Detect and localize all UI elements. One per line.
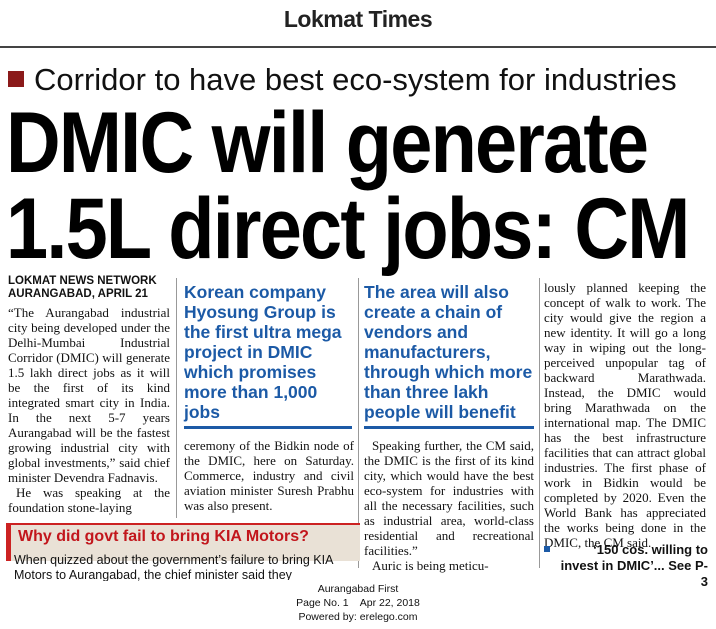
- column-4: lously planned keeping the concept of wa…: [544, 280, 706, 550]
- footer-powered-by: Powered by: erelego.com: [298, 611, 418, 623]
- column-divider: [539, 278, 540, 568]
- col3-paragraph-2: Auric is being meticu-: [372, 558, 489, 573]
- sidebar-text: When quizzed about the government’s fail…: [14, 553, 333, 581]
- column-2: ceremony of the Bidkin node of the DMIC,…: [184, 438, 354, 513]
- masthead-title: Lokmat Times: [283, 6, 433, 32]
- byline-dateline: AURANGABAD, APRIL 21: [8, 288, 148, 300]
- column-divider: [176, 278, 177, 518]
- column-1: “The Aurangabad industrial city being de…: [8, 305, 170, 515]
- pull-quote-2-box: The area will also create a chain of ven…: [364, 282, 534, 429]
- kicker-bullet-icon: [8, 71, 24, 87]
- pull-quote-1: Korean company Hyosung Group is the firs…: [184, 282, 342, 422]
- col1-paragraph-2: He was speaking at the foundation stone-…: [8, 485, 170, 515]
- footer-edition: Aurangabad First: [317, 583, 399, 595]
- sidebar-accent-bar: [6, 523, 11, 561]
- byline-network: LOKMAT NEWS NETWORK: [8, 275, 157, 287]
- masthead-rule: [0, 46, 716, 48]
- pull-quote-1-box: Korean company Hyosung Group is the firs…: [184, 282, 352, 429]
- footer-page-info: Page No. 1 Apr 22, 2018: [296, 597, 420, 609]
- col2-paragraph: ceremony of the Bidkin node of the DMIC,…: [184, 438, 354, 513]
- col1-paragraph-1: “The Aurangabad industrial city being de…: [8, 305, 170, 485]
- teaser-bullet-icon: [544, 546, 550, 552]
- col3-paragraph-1: Speaking further, the CM said, the DMIC …: [364, 438, 534, 558]
- headline-line-1: DMIC will generate: [6, 95, 649, 191]
- sidebar-title: Why did govt fail to bring KIA Motors?: [18, 528, 309, 545]
- kicker: Corridor to have best eco-system for ind…: [34, 62, 677, 97]
- headline-line-2: 1.5L direct jobs: CM: [6, 181, 690, 277]
- pull-quote-2: The area will also create a chain of ven…: [364, 282, 533, 422]
- col4-paragraph: lously planned keeping the concept of wa…: [544, 280, 706, 550]
- column-3: Speaking further, the CM said, the DMIC …: [364, 438, 534, 573]
